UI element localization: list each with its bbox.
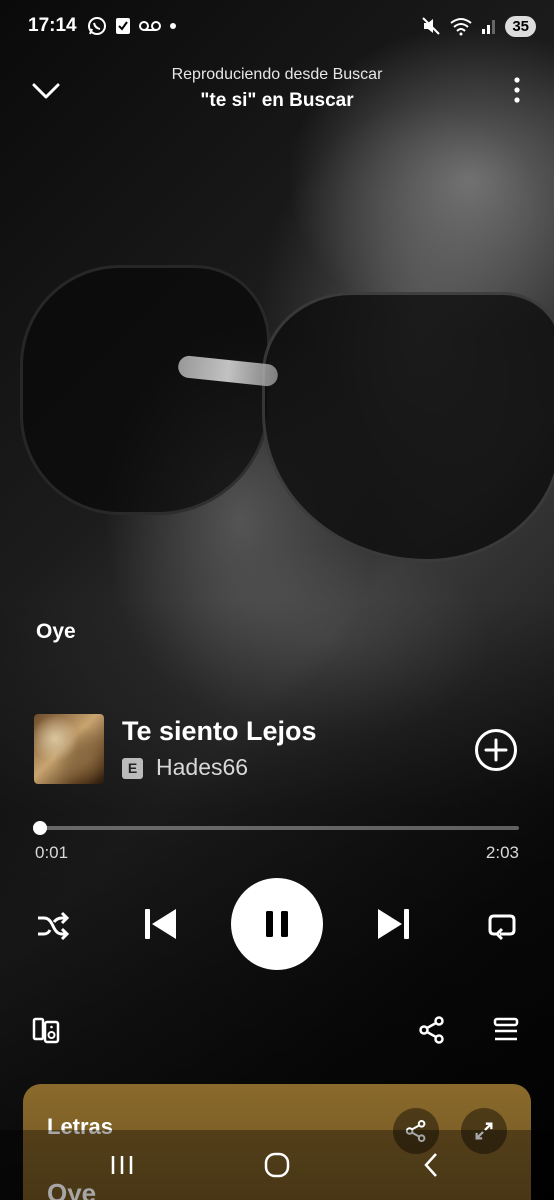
skip-previous-icon[interactable] bbox=[136, 900, 184, 948]
artwork-detail bbox=[262, 292, 554, 562]
playing-source: "te si" en Buscar bbox=[200, 90, 354, 111]
queue-icon[interactable] bbox=[488, 1012, 524, 1048]
status-bar: 17:14 35 bbox=[0, 0, 554, 52]
battery-level: 35 bbox=[505, 15, 536, 37]
recent-apps-icon[interactable] bbox=[102, 1148, 142, 1182]
duration: 2:03 bbox=[485, 843, 519, 862]
album-artwork-background bbox=[0, 0, 554, 1200]
album-cover-thumbnail[interactable] bbox=[34, 714, 104, 784]
voicemail-icon bbox=[138, 19, 161, 33]
track-artist[interactable]: Hades66 bbox=[156, 754, 248, 781]
repeat-icon[interactable] bbox=[480, 904, 524, 948]
explicit-badge: E bbox=[122, 758, 143, 779]
artwork-detail bbox=[20, 265, 270, 515]
back-icon[interactable] bbox=[412, 1148, 452, 1182]
pause-button[interactable] bbox=[231, 878, 323, 970]
system-navigation-bar bbox=[0, 1130, 554, 1200]
whatsapp-icon bbox=[87, 16, 107, 36]
progress-bar[interactable] bbox=[32, 821, 519, 835]
status-time: 17:14 bbox=[28, 15, 77, 36]
progress-rail bbox=[36, 826, 519, 830]
skip-next-icon[interactable] bbox=[370, 900, 418, 948]
mute-icon bbox=[421, 16, 441, 36]
playing-from-label: Reproduciendo desde Buscar bbox=[171, 66, 383, 83]
home-icon[interactable] bbox=[257, 1148, 297, 1182]
add-to-library-icon[interactable] bbox=[474, 728, 518, 772]
pause-icon bbox=[266, 911, 288, 937]
progress-knob[interactable] bbox=[32, 821, 47, 835]
artwork-caption: Oye bbox=[36, 620, 76, 643]
track-title[interactable]: Te siento Lejos bbox=[122, 716, 317, 747]
signal-icon bbox=[481, 17, 497, 35]
current-time: 0:01 bbox=[35, 843, 69, 862]
track-info: Te siento Lejos E Hades66 bbox=[34, 714, 524, 786]
checkbox-icon bbox=[115, 16, 131, 36]
share-icon[interactable] bbox=[414, 1012, 450, 1048]
player-header: Reproduciendo desde Buscar "te si" en Bu… bbox=[0, 60, 554, 120]
more-options-icon[interactable] bbox=[510, 74, 524, 106]
dot-icon bbox=[169, 22, 177, 30]
connect-device-icon[interactable] bbox=[28, 1012, 64, 1048]
shuffle-icon[interactable] bbox=[30, 904, 74, 948]
wifi-icon bbox=[449, 16, 473, 36]
